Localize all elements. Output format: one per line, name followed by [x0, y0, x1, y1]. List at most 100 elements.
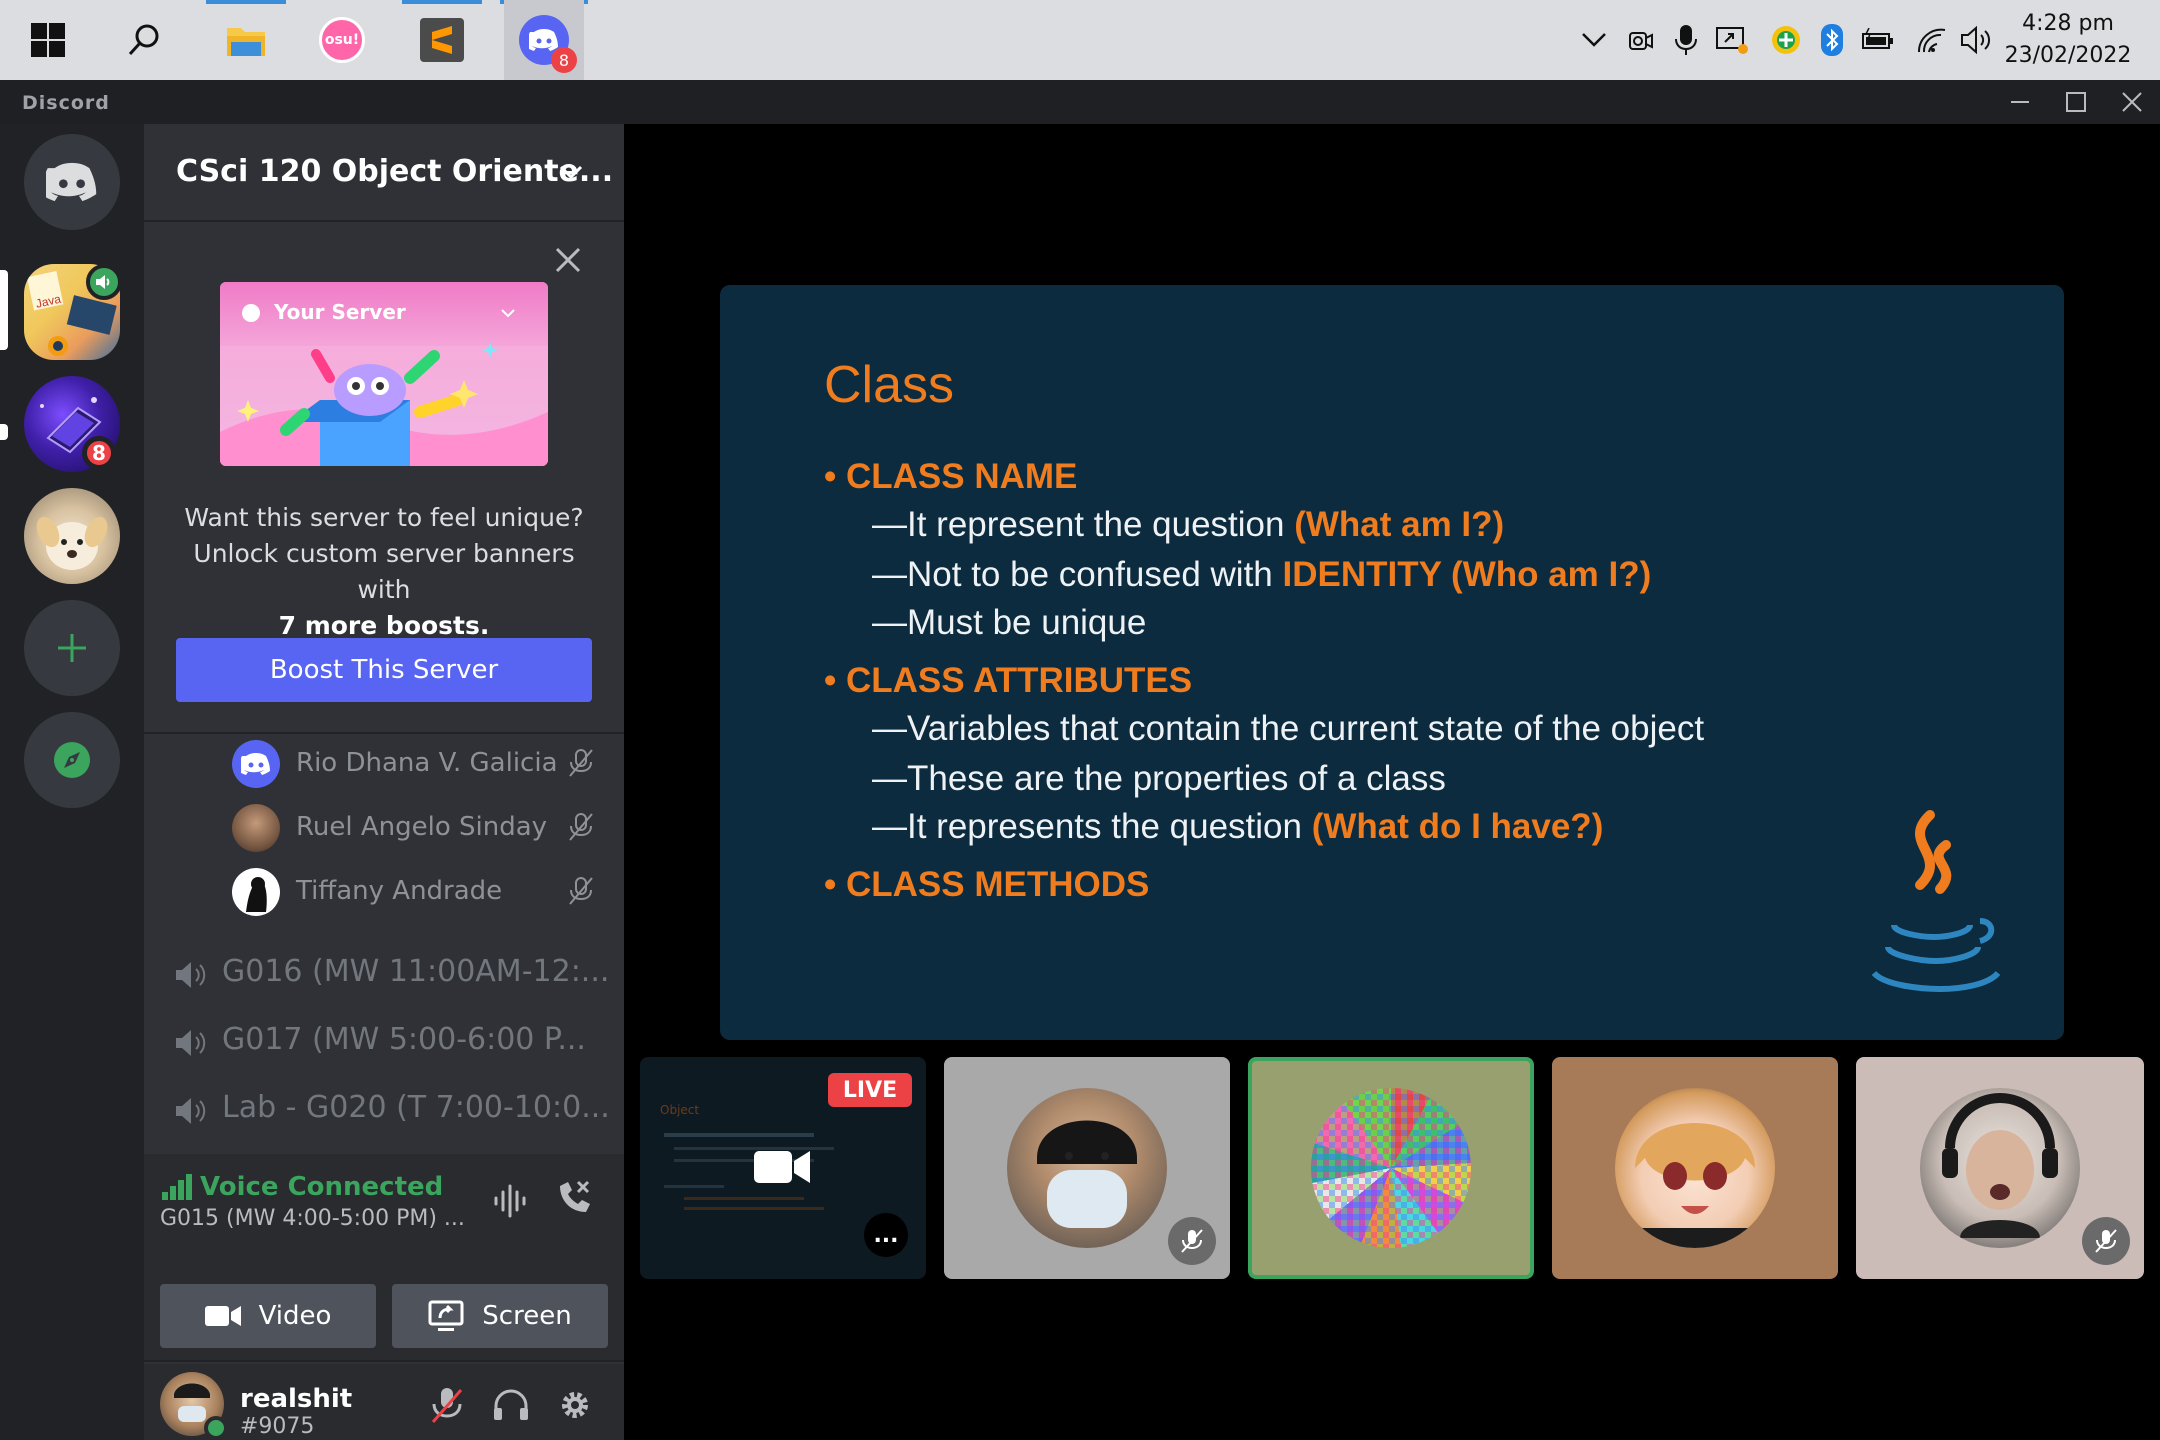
video-stage: Class • CLASS NAME —It represent the que…	[624, 124, 2160, 1440]
clock-date: 23/02/2022	[2004, 43, 2132, 68]
close-window-button[interactable]	[2104, 80, 2160, 124]
app-title: Discord	[22, 92, 110, 114]
server-header[interactable]: CSci 120 Object Oriente...	[144, 124, 624, 222]
wifi-icon[interactable]	[1910, 18, 1954, 62]
close-icon[interactable]	[554, 246, 582, 274]
java-logo-icon	[1871, 810, 2001, 993]
server-list: Java 8	[0, 124, 144, 1440]
participant-avatar	[1311, 1088, 1471, 1248]
search-icon[interactable]	[104, 0, 184, 80]
discord-logo-icon	[46, 162, 97, 202]
selected-server-indicator	[0, 270, 8, 350]
voice-channel[interactable]: G016 (MW 11:00AM-12:...	[174, 946, 614, 1002]
bluetooth-icon[interactable]	[1810, 18, 1854, 62]
discord-logo-icon	[241, 753, 270, 775]
muted-mic-icon	[569, 749, 593, 777]
clock-time: 4:28 pm	[2022, 11, 2114, 36]
boost-description: Want this server to feel unique? Unlock …	[164, 500, 604, 644]
slide-heading: CLASS METHODS	[845, 865, 1150, 904]
speaker-icon	[176, 1030, 206, 1056]
participant-tile[interactable]	[1856, 1057, 2144, 1279]
video-button[interactable]: Video	[160, 1284, 376, 1348]
voice-status[interactable]: Voice Connected	[200, 1172, 443, 1202]
plus-icon	[58, 634, 86, 662]
system-clock[interactable]: 4:28 pm 23/02/2022	[1998, 8, 2138, 72]
participant-tile-speaking[interactable]	[1248, 1057, 1534, 1279]
vpn-icon[interactable]	[1764, 18, 1808, 62]
server-unread-badge: 8	[82, 436, 116, 470]
screen-share-icon	[428, 1300, 464, 1331]
home-button[interactable]	[24, 134, 120, 230]
stream-tile[interactable]: Object LIVE ...	[640, 1057, 926, 1279]
member-name: Rio Dhana V. Galicia	[296, 748, 558, 778]
muted-mic-icon	[569, 877, 593, 905]
minimize-button[interactable]	[1992, 80, 2048, 124]
shared-screen-slide[interactable]: Class • CLASS NAME —It represent the que…	[720, 285, 2064, 1040]
voice-channel-name: Lab - G020 (T 7:00-10:0...	[222, 1090, 610, 1125]
boost-promo: Your Server Want this server to feel uni…	[144, 224, 624, 734]
voice-member[interactable]: Ruel Angelo Sinday	[232, 800, 612, 856]
voice-member[interactable]: Tiffany Andrade	[232, 864, 612, 920]
slide-subpoint: —These are the properties of a class	[872, 759, 1446, 798]
participant-tile[interactable]	[1552, 1057, 1838, 1279]
boost-mascot-icon	[220, 342, 548, 466]
screen-label: Screen	[482, 1301, 572, 1331]
slide-text: —It represents the question	[872, 807, 1312, 846]
participant-avatar	[1007, 1088, 1167, 1248]
voice-member[interactable]: Rio Dhana V. Galicia	[232, 736, 612, 792]
username[interactable]: realshit	[240, 1384, 352, 1414]
discord-badge: 8	[551, 47, 577, 73]
sublime-text-icon[interactable]	[402, 0, 482, 80]
user-tag: #9075	[240, 1414, 315, 1439]
file-explorer-icon[interactable]	[206, 0, 286, 80]
speaker-icon	[176, 1098, 206, 1124]
osu-icon[interactable]: osu!	[302, 0, 382, 80]
volume-icon[interactable]	[1956, 18, 2000, 62]
avatar	[232, 804, 280, 852]
discord-taskbar-icon[interactable]: 8	[504, 0, 584, 80]
window-titlebar[interactable]: Discord	[0, 80, 2160, 124]
boost-banner-card: Your Server	[220, 282, 548, 466]
voice-channel-info[interactable]: G015 (MW 4:00-5:00 PM) ...	[160, 1206, 465, 1231]
microphone-icon[interactable]	[1664, 18, 1708, 62]
server-dog[interactable]	[24, 488, 120, 584]
slide-subpoint: —It represents the question (What do I h…	[872, 807, 1603, 847]
screen-share-button[interactable]: Screen	[392, 1284, 608, 1348]
headphones-icon[interactable]	[492, 1388, 530, 1422]
maximize-button[interactable]	[2048, 80, 2104, 124]
add-server-button[interactable]	[24, 600, 120, 696]
slide-text: —Not to be confused with	[872, 555, 1283, 594]
live-badge: LIVE	[828, 1073, 912, 1107]
video-camera-icon	[754, 1151, 810, 1183]
voice-connection-panel: Voice Connected G015 (MW 4:00-5:00 PM) .…	[144, 1154, 624, 1362]
voice-channel[interactable]: G017 (MW 5:00-6:00 P...	[174, 1014, 614, 1070]
disconnect-icon[interactable]	[554, 1178, 594, 1218]
muted-mic-icon	[2082, 1217, 2130, 1265]
windows-start-icon[interactable]	[8, 0, 88, 80]
muted-mic-icon[interactable]	[430, 1386, 464, 1424]
battery-icon[interactable]	[1856, 18, 1900, 62]
avatar	[232, 740, 280, 788]
participant-tile[interactable]	[944, 1057, 1230, 1279]
more-options-button[interactable]: ...	[864, 1213, 908, 1257]
slide-heading: CLASS ATTRIBUTES	[845, 661, 1193, 700]
camera-icon[interactable]	[1618, 18, 1662, 62]
windows-taskbar: osu! 8 4:28 pm 23/02/2022	[0, 0, 2160, 80]
screen-share-icon[interactable]	[1710, 18, 1754, 62]
chevron-up-icon[interactable]	[1572, 18, 1616, 62]
slide-bullet: • CLASS ATTRIBUTES	[824, 661, 1193, 700]
video-camera-icon	[204, 1306, 241, 1326]
participant-avatar	[1615, 1088, 1775, 1248]
unread-indicator	[0, 424, 8, 440]
video-label: Video	[258, 1301, 332, 1331]
slide-subpoint: —Variables that contain the current stat…	[872, 709, 1705, 748]
speaker-icon	[176, 962, 206, 988]
slide-highlight: IDENTITY (Who am I?)	[1282, 555, 1652, 594]
gear-icon[interactable]	[556, 1386, 594, 1424]
voice-channel[interactable]: Lab - G020 (T 7:00-10:0...	[174, 1082, 614, 1138]
noise-suppression-icon[interactable]	[492, 1182, 530, 1220]
boost-server-button[interactable]: Boost This Server	[176, 638, 592, 702]
slide-heading: CLASS NAME	[845, 457, 1078, 496]
explore-servers-button[interactable]	[24, 712, 120, 808]
user-panel: realshit #9075	[144, 1364, 624, 1440]
